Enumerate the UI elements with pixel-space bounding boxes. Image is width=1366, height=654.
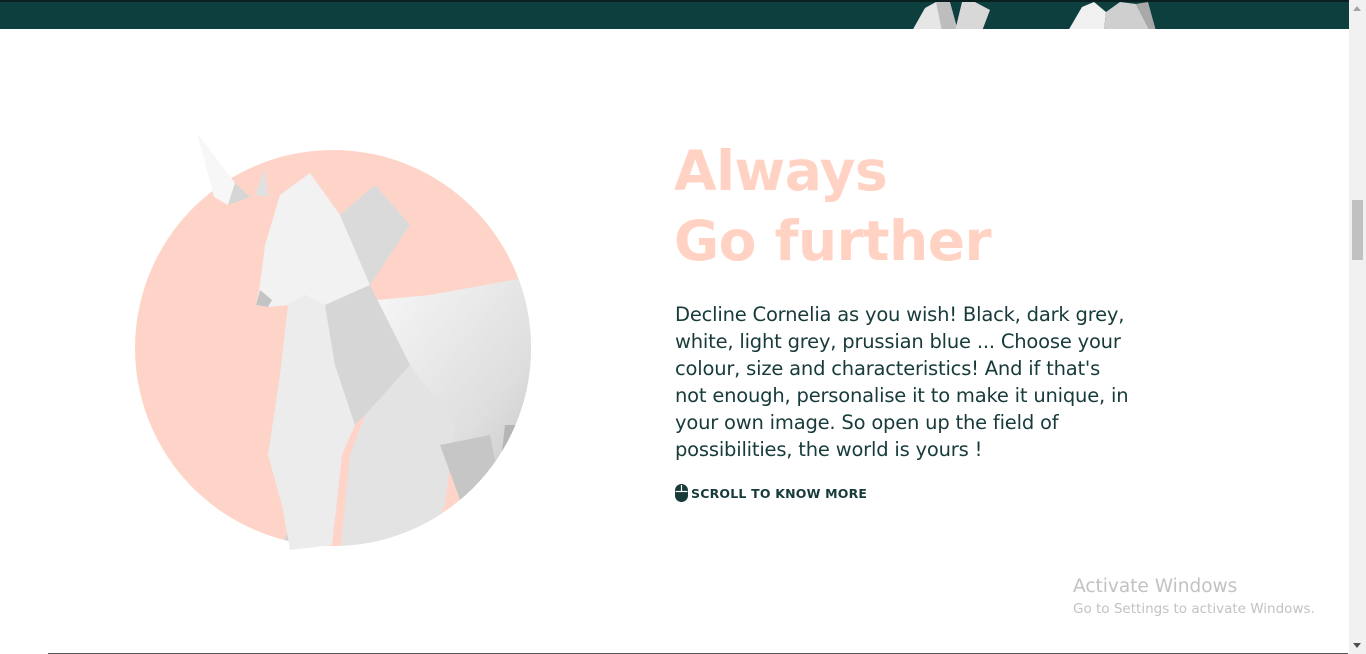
vertical-scrollbar[interactable] [1349,0,1366,654]
scroll-up-arrow-icon[interactable] [1353,6,1361,11]
hero-headline: Always Go further [674,136,992,276]
mouse-icon [675,484,688,502]
top-banner-strip [0,0,1349,29]
windows-activation-watermark: Activate Windows Go to Settings to activ… [1073,576,1315,620]
scroll-to-know-more-link[interactable]: SCROLL TO KNOW MORE [675,484,867,502]
headline-line-1: Always [674,139,888,203]
scrollbar-thumb[interactable] [1352,200,1363,260]
scroll-link-label: SCROLL TO KNOW MORE [691,485,868,501]
watermark-subtitle: Go to Settings to activate Windows. [1073,601,1315,617]
scroll-down-arrow-icon[interactable] [1353,643,1361,648]
low-poly-unicorn-fragment [913,2,1156,29]
headline-line-2: Go further [674,209,992,273]
watermark-title: Activate Windows [1073,576,1238,597]
unicorn-illustration [110,125,550,555]
hero-description: Decline Cornelia as you wish! Black, dar… [675,303,1129,461]
